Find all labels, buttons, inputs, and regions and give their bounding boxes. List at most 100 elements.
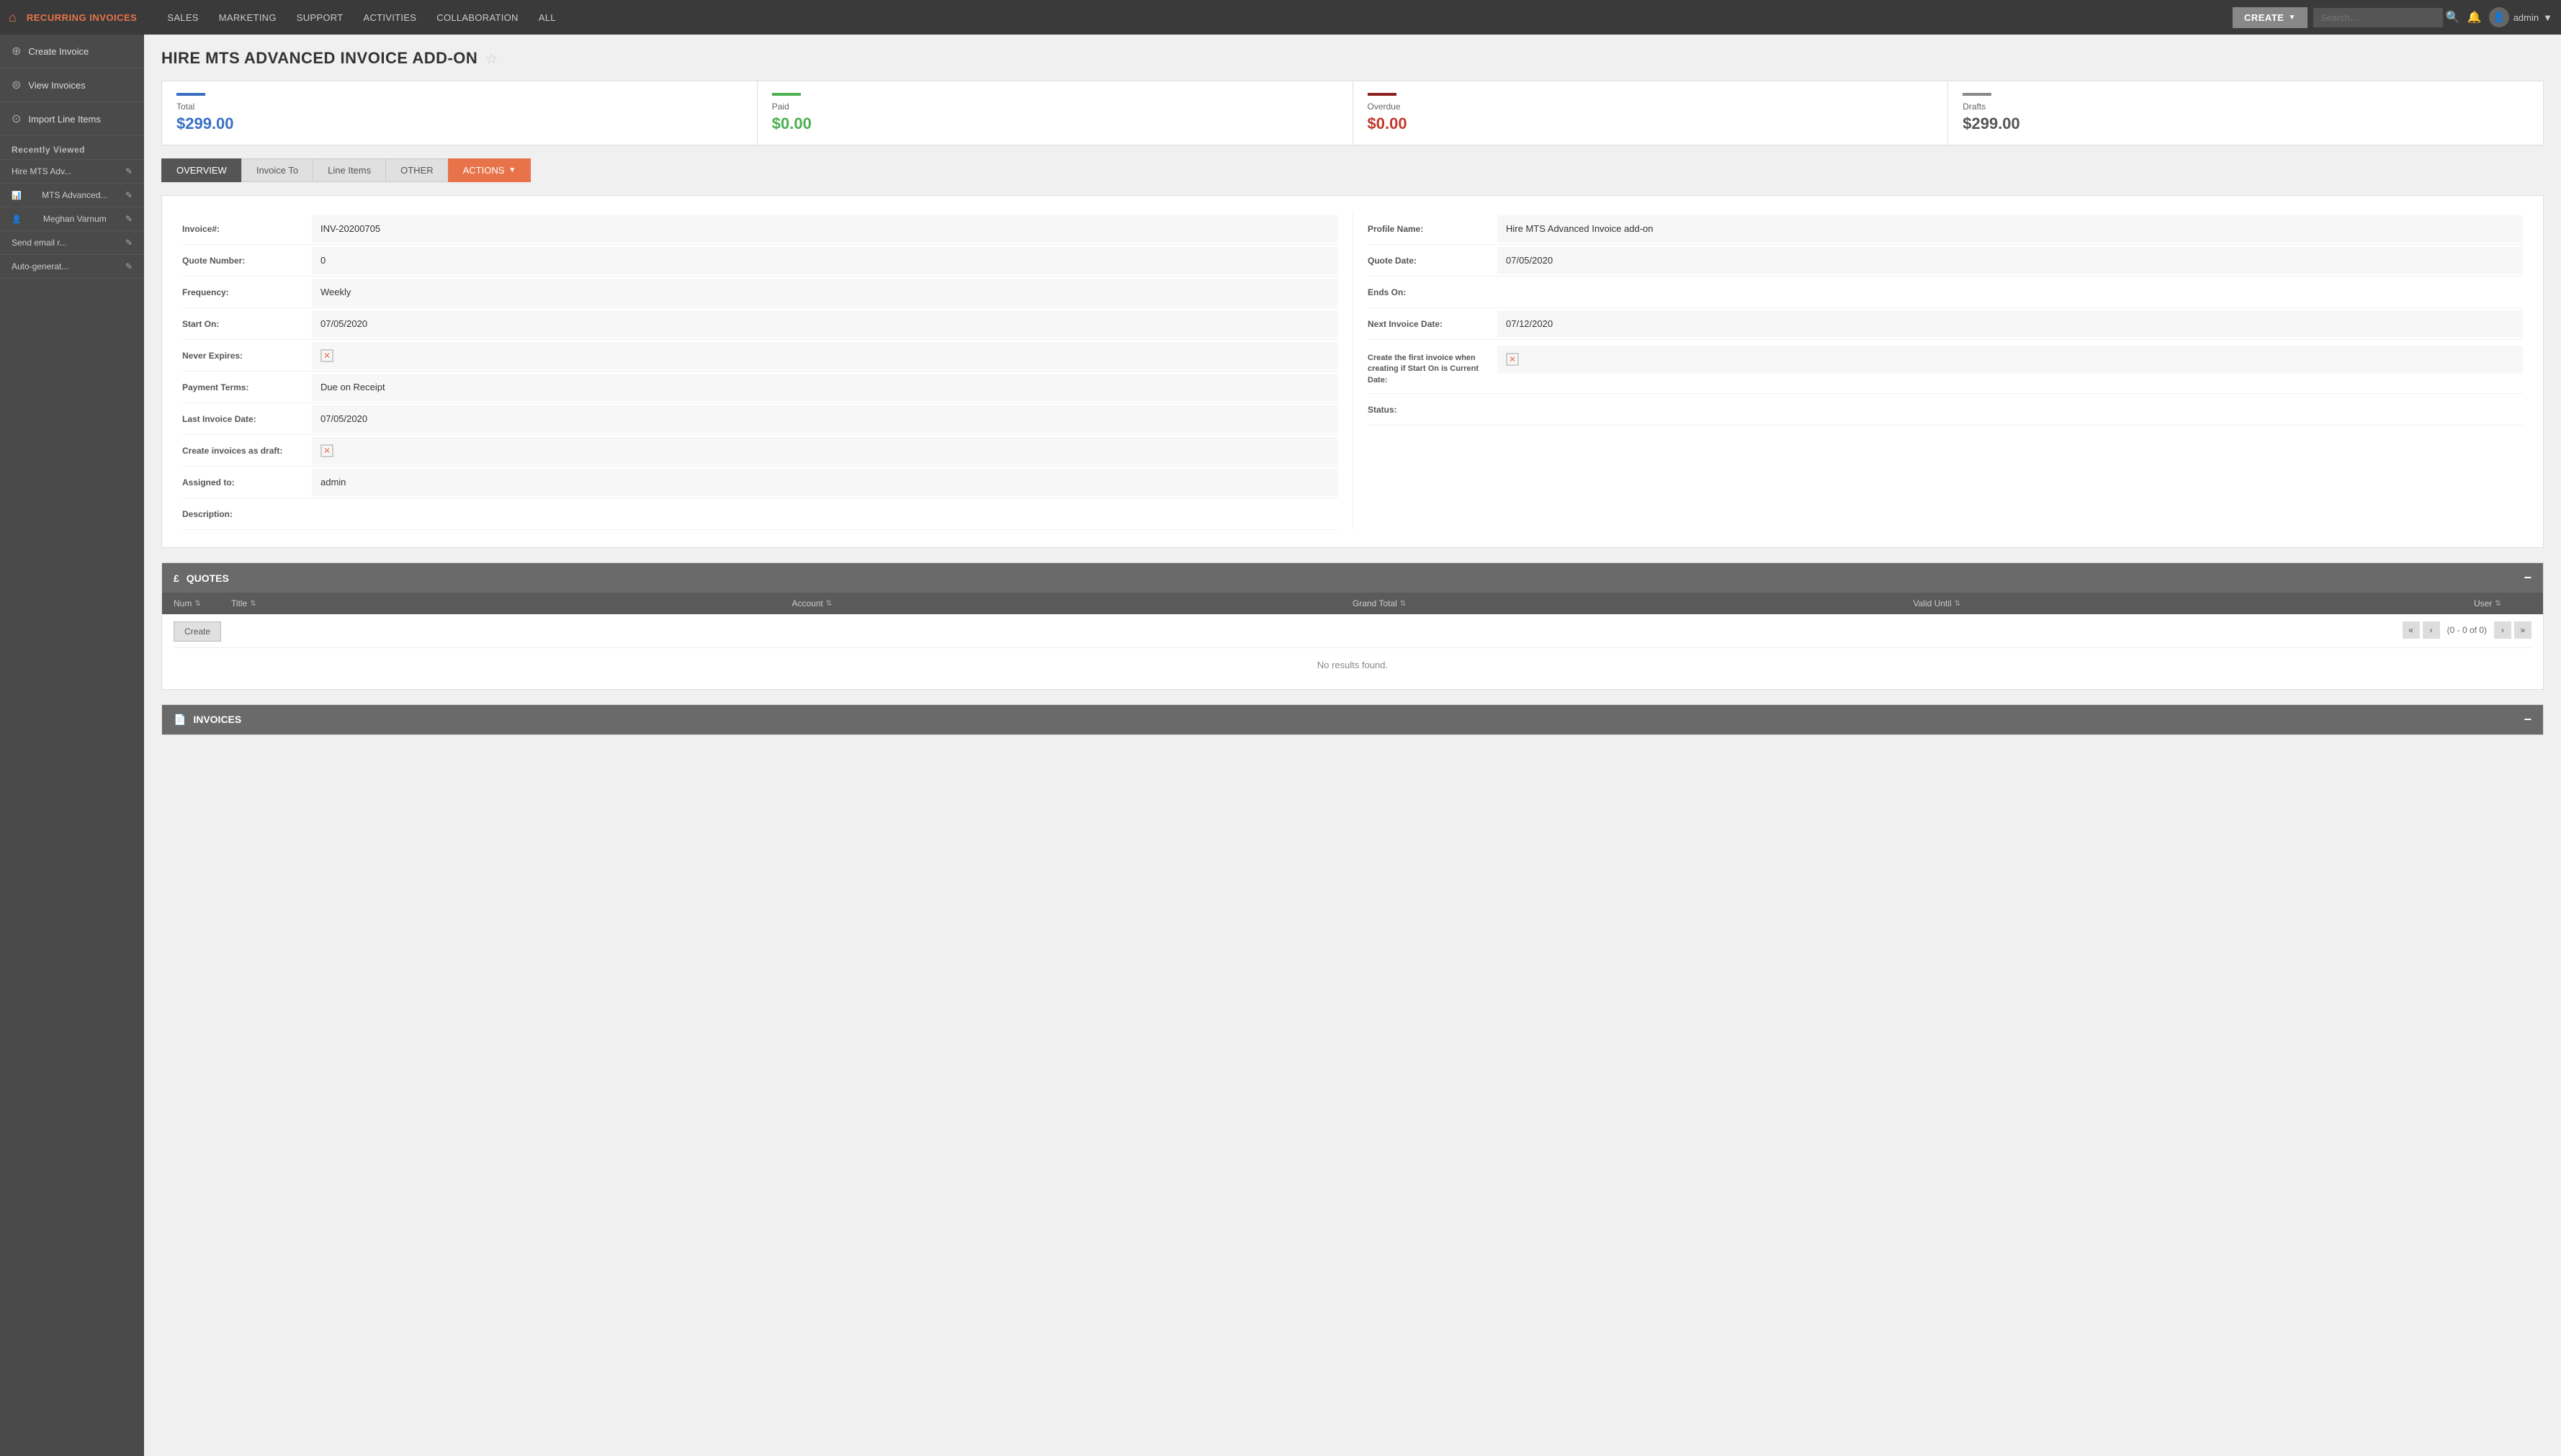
edit-icon[interactable]: ✎ (125, 190, 133, 200)
sort-icon[interactable]: ⇅ (1400, 600, 1406, 608)
sort-icon[interactable]: ⇅ (250, 600, 256, 608)
user-label: admin (2513, 12, 2539, 23)
label-invoice-num: Invoice#: (182, 217, 312, 241)
pg-first-button[interactable]: « (2403, 621, 2420, 639)
search-icon[interactable]: 🔍 (2446, 10, 2460, 24)
field-never-expires: Never Expires: ✕ (182, 340, 1338, 372)
sidebar-item-view-invoices[interactable]: ⊜ View Invoices (0, 68, 144, 102)
field-next-invoice-date: Next Invoice Date: 07/12/2020 (1368, 308, 2523, 340)
label-never-expires: Never Expires: (182, 343, 312, 368)
value-quote-number: 0 (312, 247, 1338, 274)
search-input[interactable] (2313, 8, 2443, 27)
quotes-table-header: Num ⇅ Title ⇅ Account ⇅ Grand Total ⇅ Va… (162, 593, 2543, 614)
edit-icon[interactable]: ✎ (125, 214, 133, 224)
stat-total-value: $299.00 (176, 114, 743, 133)
nav-activities[interactable]: ACTIVITIES (353, 0, 426, 35)
value-create-as-draft: ✕ (312, 437, 1338, 464)
label-create-first-invoice: Create the first invoice when creating i… (1368, 346, 1497, 393)
notifications-icon[interactable]: 🔔 (2467, 10, 2482, 24)
tab-actions[interactable]: ACTIONS ▼ (448, 158, 532, 182)
sort-icon[interactable]: ⇅ (194, 600, 200, 608)
value-next-invoice-date: 07/12/2020 (1497, 310, 2523, 338)
field-profile-name: Profile Name: Hire MTS Advanced Invoice … (1368, 213, 2523, 245)
tab-overview[interactable]: OVERVIEW (161, 158, 241, 182)
checkbox-never-expires[interactable]: ✕ (320, 349, 333, 362)
stat-drafts-value: $299.00 (1963, 114, 2529, 133)
col-title: Title ⇅ (231, 598, 792, 608)
label-create-as-draft: Create invoices as draft: (182, 439, 312, 463)
recent-item-4[interactable]: Send email r... ✎ (0, 231, 144, 255)
field-frequency: Frequency: Weekly (182, 277, 1338, 308)
nav-collaboration[interactable]: COLLABORATION (426, 0, 528, 35)
sidebar-item-import-line-items[interactable]: ⊙ Import Line Items (0, 102, 144, 136)
quotes-create-button[interactable]: Create (174, 621, 221, 642)
value-start-on: 07/05/2020 (312, 310, 1338, 338)
chart-icon: 📊 (12, 191, 22, 200)
quotes-collapse-button[interactable]: − (2524, 570, 2531, 585)
stat-drafts: Drafts $299.00 (1948, 81, 2543, 145)
field-quote-number: Quote Number: 0 (182, 245, 1338, 277)
value-invoice-num: INV-20200705 (312, 215, 1338, 243)
edit-icon[interactable]: ✎ (125, 166, 133, 176)
checkbox-create-first-invoice[interactable]: ✕ (1506, 353, 1519, 366)
pg-next-button[interactable]: › (2494, 621, 2511, 639)
recently-viewed-label: Recently Viewed (0, 136, 144, 160)
label-assigned-to: Assigned to: (182, 470, 312, 495)
nav-marketing[interactable]: MARKETING (209, 0, 287, 35)
actions-dropdown-arrow: ▼ (508, 166, 516, 174)
recent-item-1[interactable]: Hire MTS Adv... ✎ (0, 160, 144, 184)
quotes-no-results: No results found. (174, 647, 2531, 682)
label-frequency: Frequency: (182, 280, 312, 305)
invoices-collapse-button[interactable]: − (2524, 712, 2531, 727)
sort-icon[interactable]: ⇅ (2495, 600, 2501, 608)
invoices-section: 📄 INVOICES − (161, 704, 2544, 735)
sort-icon[interactable]: ⇅ (1955, 600, 1960, 608)
recent-item-5[interactable]: Auto-generat... ✎ (0, 255, 144, 279)
value-description (312, 500, 1338, 528)
col-account: Account ⇅ (792, 598, 1353, 608)
edit-icon[interactable]: ✎ (125, 238, 133, 248)
nav-sales[interactable]: SALES (157, 0, 208, 35)
label-payment-terms: Payment Terms: (182, 375, 312, 400)
label-description: Description: (182, 502, 312, 526)
stat-bar-drafts (1963, 93, 1991, 96)
label-status: Status: (1368, 397, 1497, 422)
nav-all[interactable]: ALL (529, 0, 566, 35)
user-menu[interactable]: 👤 admin ▼ (2489, 7, 2552, 27)
sidebar-item-label: Create Invoice (28, 46, 89, 57)
sidebar-item-create-invoice[interactable]: ⊕ Create Invoice (0, 35, 144, 68)
pg-prev-button[interactable]: ‹ (2423, 621, 2440, 639)
tab-other[interactable]: OTHER (385, 158, 448, 182)
sort-icon[interactable]: ⇅ (826, 600, 832, 608)
value-status (1497, 396, 2523, 423)
tab-line-items[interactable]: Line Items (313, 158, 385, 182)
edit-icon[interactable]: ✎ (125, 261, 133, 271)
stat-overdue-label: Overdue (1368, 102, 1934, 112)
sidebar-item-label: View Invoices (28, 80, 85, 91)
invoices-title: 📄 INVOICES (174, 714, 241, 726)
value-frequency: Weekly (312, 279, 1338, 306)
checkbox-create-as-draft[interactable]: ✕ (320, 444, 333, 457)
import-icon: ⊙ (12, 112, 21, 126)
value-create-first-invoice: ✕ (1497, 346, 2523, 373)
recent-item-3[interactable]: 👤 Meghan Varnum ✎ (0, 207, 144, 231)
recent-item-2[interactable]: 📊 MTS Advanced... ✎ (0, 184, 144, 207)
quotes-section: £ QUOTES − Num ⇅ Title ⇅ Account ⇅ (161, 562, 2544, 690)
field-assigned-to: Assigned to: admin (182, 467, 1338, 498)
stat-paid-label: Paid (772, 102, 1338, 112)
field-description: Description: (182, 498, 1338, 530)
home-icon[interactable]: ⌂ (9, 10, 17, 25)
col-num: Num ⇅ (174, 598, 231, 608)
pg-last-button[interactable]: » (2514, 621, 2531, 639)
value-assigned-to: admin (312, 469, 1338, 496)
nav-support[interactable]: SUPPORT (287, 0, 354, 35)
col-grand-total: Grand Total ⇅ (1353, 598, 1914, 608)
value-payment-terms: Due on Receipt (312, 374, 1338, 401)
stat-paid: Paid $0.00 (758, 81, 1353, 145)
favorite-star-icon[interactable]: ☆ (485, 50, 498, 68)
stats-row: Total $299.00 Paid $0.00 Overdue $0.00 D… (161, 81, 2544, 145)
form-grid: Invoice#: INV-20200705 Quote Number: 0 F… (182, 213, 2523, 530)
tab-invoice-to[interactable]: Invoice To (241, 158, 313, 182)
create-button[interactable]: CREATE ▼ (2233, 7, 2307, 28)
create-dropdown-arrow: ▼ (2288, 14, 2295, 22)
